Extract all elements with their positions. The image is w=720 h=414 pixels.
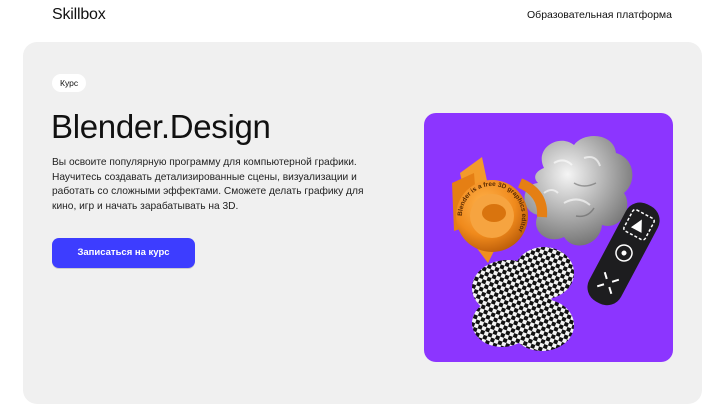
page: Skillbox Образовательная платформа Курс … [0, 0, 720, 414]
platform-link[interactable]: Образовательная платформа [527, 9, 672, 21]
skillbox-logo[interactable]: Skillbox [52, 6, 106, 24]
course-title: Blender.Design [51, 108, 271, 145]
enroll-button[interactable]: Записаться на курс [52, 238, 195, 268]
silver-blob-shape [524, 135, 633, 246]
course-badge: Курс [52, 74, 87, 92]
course-description: Вы освоите популярную программу для комп… [52, 157, 364, 212]
orange-shapes: Blender is a free 3D graphics editor [452, 157, 548, 263]
course-artwork: Blender is a free 3D graphics editor [424, 113, 673, 362]
checkered-flower [472, 247, 574, 351]
hero-card: Курс Blender.Design Вы освоите популярну… [23, 42, 702, 404]
site-header: Skillbox Образовательная платформа [0, 0, 720, 32]
